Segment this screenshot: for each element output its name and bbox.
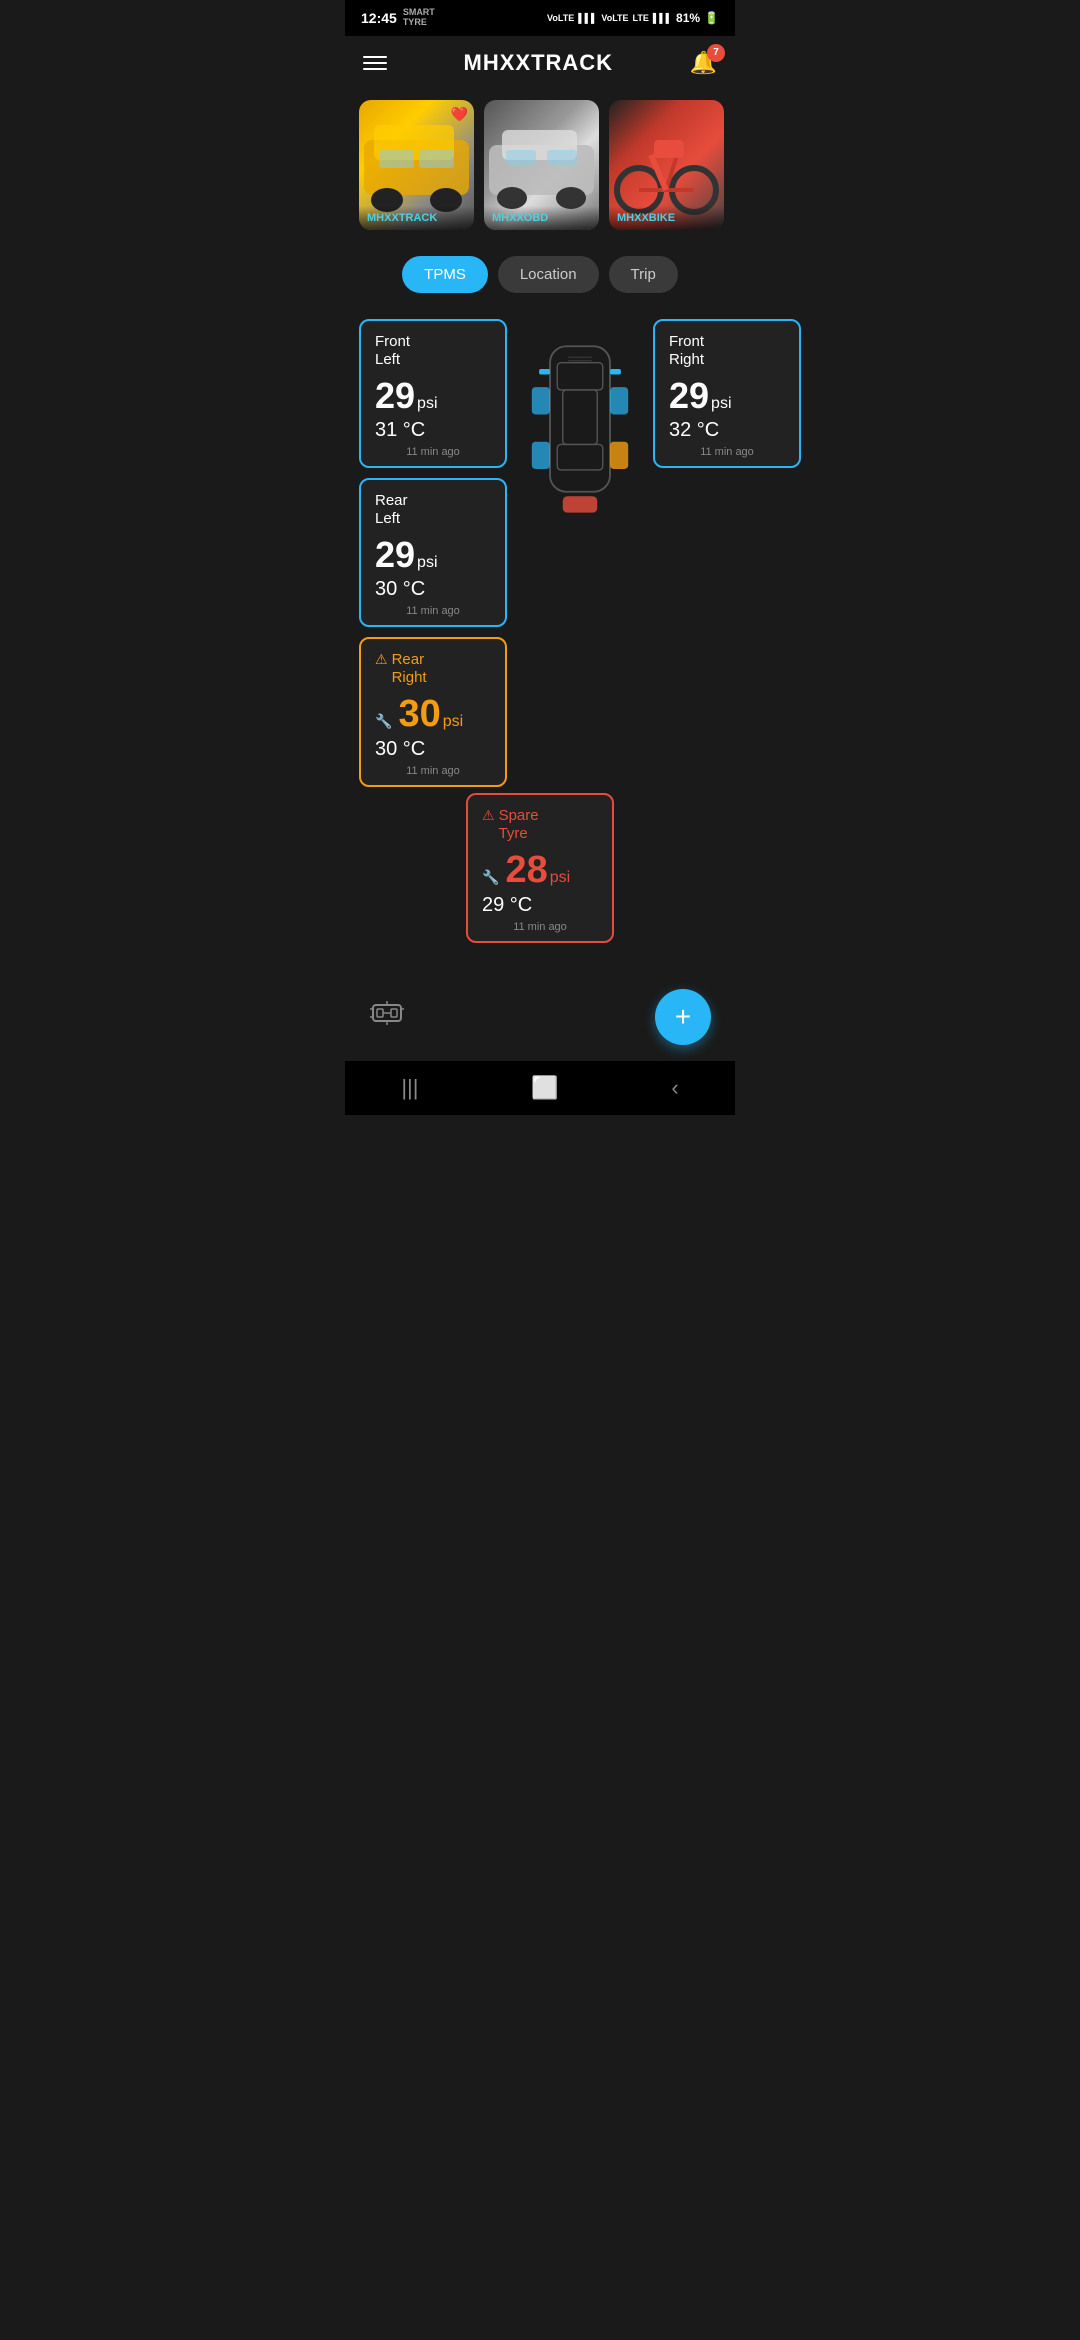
rear-left-name: RearLeft [375, 492, 408, 528]
notification-bell[interactable]: 🔔 7 [690, 50, 717, 76]
tire-card-rear-left: RearLeft 29 psi 30 °C 11 min ago [359, 478, 507, 627]
vehicle-card-mhxxbike[interactable]: MHXXBIKE [609, 100, 724, 230]
front-right-name: FrontRight [669, 333, 704, 369]
nav-back-icon[interactable]: ‹ [671, 1075, 678, 1101]
front-left-psi-unit: psi [417, 395, 437, 413]
rear-right-psi-row: 🔧 30 psi [375, 693, 491, 736]
spare-psi-row: 🔧 28 psi [482, 849, 598, 892]
nav-bar: ||| ⬜ ‹ [345, 1061, 735, 1115]
front-right-psi-value: 29 [669, 375, 709, 417]
front-right-header: FrontRight [669, 333, 785, 369]
spare-psi-value: 28 [505, 849, 547, 892]
rear-right-time: 11 min ago [375, 765, 491, 777]
vehicle-label-2: MHXXOBD [484, 206, 599, 230]
status-time: 12:45 [361, 10, 397, 26]
vehicle-bg-white: MHXXOBD [484, 100, 599, 230]
rear-left-psi-unit: psi [417, 554, 437, 572]
front-right-time: 11 min ago [669, 446, 785, 458]
tab-trip[interactable]: Trip [609, 256, 678, 293]
car-top-view-svg [525, 319, 635, 519]
front-left-psi-value: 29 [375, 375, 415, 417]
smart-tyre-label: SMARTTYRE [403, 8, 435, 28]
tpms-grid: FrontLeft 29 psi 31 °C 11 min ago [359, 319, 721, 787]
tab-location[interactable]: Location [498, 256, 599, 293]
front-right-psi-unit: psi [711, 395, 731, 413]
front-left-time: 11 min ago [375, 446, 491, 458]
front-left-name: FrontLeft [375, 333, 410, 369]
header: MHXXTRACK 🔔 7 [345, 36, 735, 90]
front-left-psi-row: 29 psi [375, 375, 491, 417]
rear-left-psi-value: 29 [375, 534, 415, 576]
favorite-heart: ❤️ [451, 106, 468, 123]
nav-home-icon[interactable]: ⬜ [531, 1075, 558, 1101]
tpms-section: FrontLeft 29 psi 31 °C 11 min ago [345, 309, 735, 963]
engine-svg [369, 995, 405, 1031]
rear-left-temp: 30 °C [375, 578, 491, 601]
engine-icon[interactable] [369, 995, 405, 1038]
front-left-header: FrontLeft [375, 333, 491, 369]
vehicle-label-1: MHXXTRACK [359, 206, 474, 230]
front-right-psi-row: 29 psi [669, 375, 785, 417]
tire-card-front-right: FrontRight 29 psi 32 °C 11 min ago [653, 319, 801, 468]
tire-card-front-left: FrontLeft 29 psi 31 °C 11 min ago [359, 319, 507, 468]
menu-button[interactable] [363, 56, 387, 70]
spare-temp: 29 °C [482, 894, 598, 917]
vehicle-card-mhxxobd[interactable]: MHXXOBD [484, 100, 599, 230]
battery-icon: 🔋 [704, 11, 719, 25]
vehicle-bg-yellow: ❤️ MHXXTRACK [359, 100, 474, 230]
rear-right-psi-unit: psi [443, 713, 463, 731]
front-left-temp: 31 °C [375, 419, 491, 442]
menu-line-1 [363, 56, 387, 58]
rear-left-psi-row: 29 psi [375, 534, 491, 576]
menu-line-3 [363, 68, 387, 70]
spare-tyre-icon: 🔧 [482, 869, 499, 886]
spare-psi-unit: psi [550, 869, 570, 887]
vehicle-card-mhxxtrack[interactable]: ❤️ MHXXTRACK [359, 100, 474, 230]
tire-card-spare: ⚠ SpareTyre 🔧 28 psi 29 °C 11 min ago [466, 793, 614, 943]
spare-row: ⚠ SpareTyre 🔧 28 psi 29 °C 11 min ago [359, 793, 721, 943]
rear-right-tyre-icon: 🔧 [375, 713, 392, 730]
add-button[interactable]: + [655, 989, 711, 1045]
status-icons: VoLTE ▌▌▌ VoLTE LTE ▌▌▌ 81% 🔋 [547, 11, 719, 25]
nav-recents-icon[interactable]: ||| [401, 1075, 418, 1101]
spare-danger-icon: ⚠ [482, 807, 495, 824]
spare-name: SpareTyre [499, 807, 539, 843]
spare-header: ⚠ SpareTyre [482, 807, 598, 843]
spare-time: 11 min ago [482, 921, 598, 933]
battery-indicator: 81% [676, 11, 700, 25]
car-diagram [517, 319, 643, 519]
tab-tpms[interactable]: TPMS [402, 256, 488, 293]
rear-left-time: 11 min ago [375, 605, 491, 617]
status-bar: 12:45 SMARTTYRE VoLTE ▌▌▌ VoLTE LTE ▌▌▌ … [345, 0, 735, 36]
vehicles-carousel: ❤️ MHXXTRACK MHXXOBD [345, 90, 735, 240]
rear-right-header: ⚠ RearRight [375, 651, 491, 687]
vehicle-bg-red: MHXXBIKE [609, 100, 724, 230]
tire-card-rear-right: ⚠ RearRight 🔧 30 psi 30 °C 11 min ago [359, 637, 507, 787]
rear-right-temp: 30 °C [375, 738, 491, 761]
menu-line-2 [363, 62, 387, 64]
rear-right-psi-value: 30 [398, 693, 440, 736]
rear-right-warning-icon: ⚠ [375, 651, 388, 668]
app-title: MHXXTRACK [464, 50, 614, 76]
bottom-action-bar: + [345, 973, 735, 1061]
rear-right-name: RearRight [392, 651, 427, 687]
vehicle-label-3: MHXXBIKE [609, 206, 724, 230]
front-right-temp: 32 °C [669, 419, 785, 442]
notification-badge: 7 [707, 44, 725, 62]
tabs-section: TPMS Location Trip [345, 240, 735, 309]
rear-left-header: RearLeft [375, 492, 491, 528]
